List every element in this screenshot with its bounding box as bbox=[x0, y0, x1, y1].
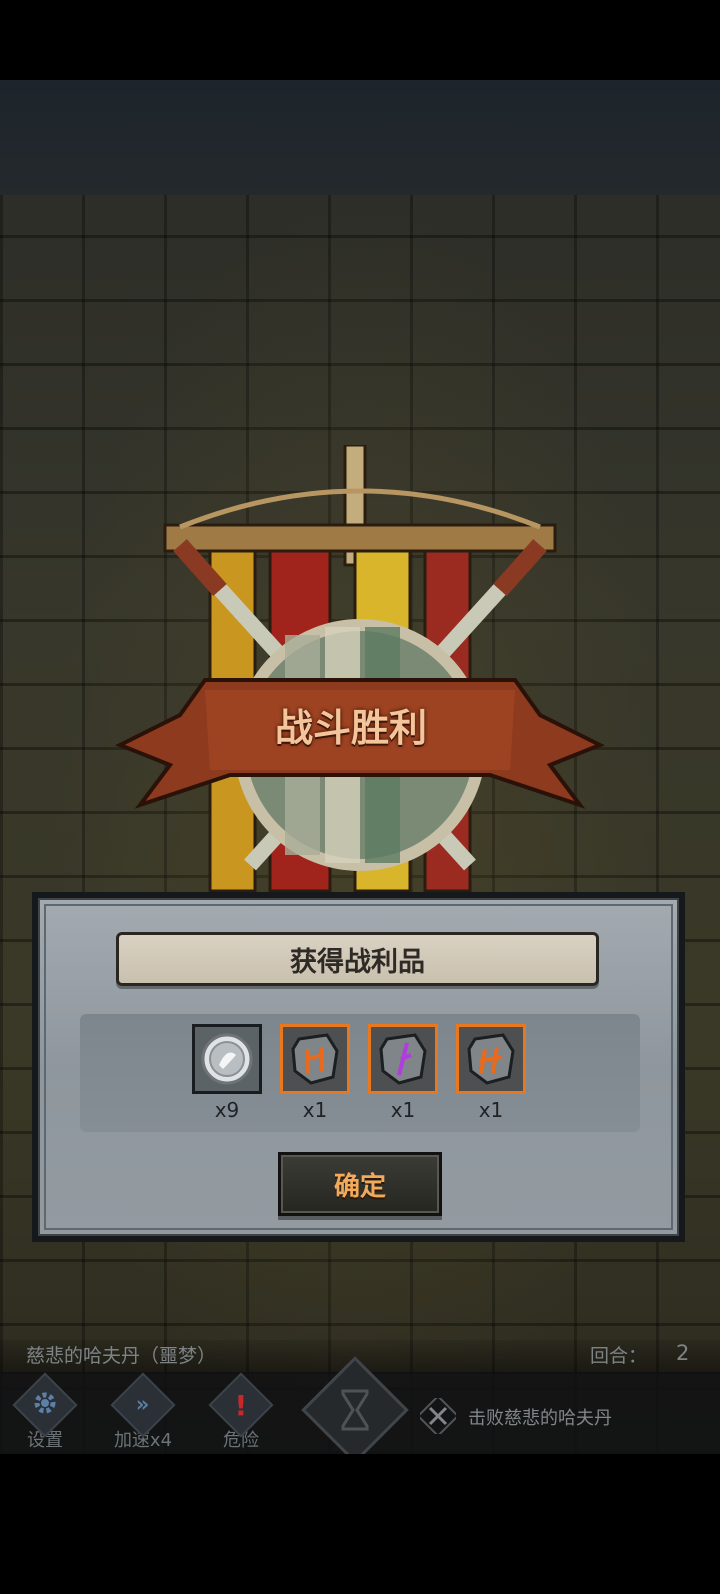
fast-forward-icon: » bbox=[136, 1392, 150, 1418]
loot-item-count: x1 bbox=[390, 1098, 416, 1122]
loot-item-frame bbox=[368, 1024, 438, 1094]
loot-item[interactable]: x9 bbox=[190, 1024, 264, 1122]
emblem-crossbar bbox=[163, 523, 557, 553]
loot-dialog: 获得战利品 x9 x1 x1 x1 确定 bbox=[32, 892, 685, 1242]
settings-button[interactable]: 设置 bbox=[5, 1372, 85, 1454]
silver-coin-icon bbox=[201, 1033, 253, 1085]
loot-header: 获得战利品 bbox=[116, 932, 599, 986]
objective-text: 击败慈悲的哈夫丹 bbox=[468, 1408, 612, 1429]
loot-item-count: x9 bbox=[214, 1098, 240, 1122]
loot-item-frame bbox=[280, 1024, 350, 1094]
background-top-band bbox=[0, 80, 720, 195]
exclamation-icon: ! bbox=[234, 1388, 248, 1422]
loot-items-panel: x9 x1 x1 x1 bbox=[80, 1014, 640, 1132]
confirm-button-label: 确定 bbox=[333, 1171, 386, 1202]
top-letterbox bbox=[0, 0, 720, 80]
loot-item[interactable]: x1 bbox=[454, 1024, 528, 1122]
loot-item-frame bbox=[192, 1024, 262, 1094]
loot-header-text: 获得战利品 bbox=[290, 946, 425, 978]
hourglass-icon bbox=[341, 1389, 369, 1431]
victory-title: 战斗胜利 bbox=[274, 706, 427, 750]
crossed-swords-icon bbox=[420, 1398, 456, 1434]
loot-item[interactable]: x1 bbox=[366, 1024, 440, 1122]
purple-rune-stone-icon bbox=[379, 1033, 427, 1085]
danger-button[interactable]: ! 危险 bbox=[201, 1372, 281, 1454]
round-label: 回合： bbox=[590, 1345, 648, 1367]
loot-item-frame bbox=[456, 1024, 526, 1094]
speed-button[interactable]: » 加速x4 bbox=[103, 1372, 183, 1454]
loot-item[interactable]: x1 bbox=[278, 1024, 352, 1122]
loot-item-count: x1 bbox=[302, 1098, 328, 1122]
orange-rune-stone-icon bbox=[467, 1033, 515, 1085]
confirm-button[interactable]: 确定 bbox=[278, 1152, 442, 1216]
victory-emblem bbox=[115, 445, 605, 893]
gear-icon bbox=[32, 1390, 58, 1420]
boss-name: 慈悲的哈夫丹（噩梦） bbox=[26, 1345, 217, 1367]
loot-item-count: x1 bbox=[478, 1098, 504, 1122]
round-value: 2 bbox=[676, 1341, 690, 1365]
orange-rune-stone-icon bbox=[291, 1033, 339, 1085]
bottom-letterbox bbox=[0, 1454, 720, 1594]
